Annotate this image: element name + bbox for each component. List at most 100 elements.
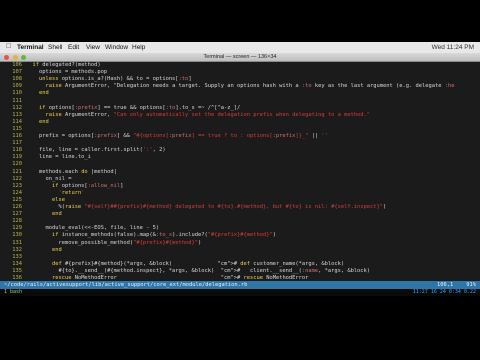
line-code: if options[:allow_nil] xyxy=(51,182,124,189)
code-line: 107 options = methods.pop xyxy=(0,69,480,76)
line-number: 109 xyxy=(12,83,22,90)
code-line: 130 if instance_methods(false).map(&:to_… xyxy=(0,232,480,239)
code-line: 115 xyxy=(0,126,480,133)
line-code: options = methods.pop xyxy=(26,69,108,76)
line-number: 124 xyxy=(12,189,22,196)
file-path: ~/code/rails/activesupport/lib/active_su… xyxy=(4,282,248,288)
line-code: end xyxy=(51,211,62,218)
line-code: else xyxy=(51,196,65,203)
menu-view[interactable]: View xyxy=(86,44,100,51)
code-line: 128 xyxy=(0,218,480,225)
line-number: 118 xyxy=(12,147,22,154)
line-number: 120 xyxy=(12,161,22,168)
line-code: end xyxy=(38,118,49,125)
cursor-position: 106,1 91% xyxy=(437,282,476,288)
menubar-clock: Wed 11:24 PM xyxy=(431,44,474,51)
code-line: 125 else xyxy=(0,197,480,204)
code-line: 123 if options[:allow_nil] xyxy=(0,183,480,190)
line-number: 130 xyxy=(12,232,22,239)
code-line: 117 xyxy=(0,140,480,147)
line-number: 128 xyxy=(12,218,22,225)
code-line: 113 raise ArgumentError, "Can only autom… xyxy=(0,112,480,119)
menu-window[interactable]: Window xyxy=(105,44,128,51)
line-number: 115 xyxy=(12,125,22,132)
code-line: 127 end xyxy=(0,211,480,218)
code-line: 124 'return' xyxy=(0,190,480,197)
code-line: 121 methods.each do |method| xyxy=(0,169,480,176)
line-code: on_nil = xyxy=(26,175,72,182)
screen-clock: 11:27 16 24 0:34 0.22 xyxy=(412,289,476,295)
line-code: file, line = caller.first.split(':', 2) xyxy=(26,147,166,154)
line-code: 'return' xyxy=(58,189,85,196)
line-number: 132 xyxy=(12,246,22,253)
line-number: 121 xyxy=(12,168,22,175)
line-number: 131 xyxy=(12,239,22,246)
line-number: 117 xyxy=(12,140,22,147)
window-titlebar: Terminal — screen — 136×34 xyxy=(0,53,480,62)
screen-status-bar: 1 bash 11:27 16 24 0:34 0.22 xyxy=(0,289,480,296)
code-line: 109 raise ArgumentError, "Delegation nee… xyxy=(0,83,480,90)
code-line: 110 end xyxy=(0,90,480,97)
line-code: end xyxy=(38,90,49,97)
line-code: methods.each do |method| xyxy=(26,168,117,175)
line-code: unless options.is_a?(Hash) && to = optio… xyxy=(38,76,192,83)
line-code: raise ArgumentError, "Delegation needs a… xyxy=(45,83,455,90)
code-line: 114 end xyxy=(0,119,480,126)
line-number: 133 xyxy=(12,253,22,260)
menu-terminal[interactable]: Terminal xyxy=(17,44,44,51)
line-number: 129 xyxy=(12,225,22,232)
line-number: 116 xyxy=(12,133,22,139)
line-number: 114 xyxy=(12,118,22,125)
line-code: #{to}.__send__(#{method.inspect}, *args,… xyxy=(26,267,371,274)
window-title: Terminal — screen — 136×34 xyxy=(203,54,277,60)
letterbox-bottom xyxy=(0,296,480,360)
line-number: 123 xyxy=(12,182,22,189)
screen-frame:  Terminal Shell Edit View Window Help W… xyxy=(0,0,480,360)
code-line: 135 #{to}.__send__(#{method.inspect}, *a… xyxy=(0,268,480,275)
code-line: 112 if options[:prefix] == true && optio… xyxy=(0,105,480,112)
code-line: 133 xyxy=(0,254,480,261)
line-number: 111 xyxy=(12,97,22,104)
line-code: line = line.to_i xyxy=(26,154,91,161)
screen-window-label[interactable]: 1 bash xyxy=(4,289,22,296)
minimize-icon[interactable] xyxy=(12,54,18,60)
line-number: 110 xyxy=(12,90,22,97)
line-code: if delegated?(method) xyxy=(32,62,101,68)
code-line: 118 file, line = caller.first.split(':',… xyxy=(0,147,480,154)
line-number: 119 xyxy=(12,154,22,161)
line-number: 134 xyxy=(12,260,22,267)
code-line: 122 on_nil = xyxy=(0,176,480,183)
zoom-icon[interactable] xyxy=(21,54,27,60)
line-number: 135 xyxy=(12,267,22,274)
line-number: 127 xyxy=(12,211,22,218)
menu-shell[interactable]: Shell xyxy=(48,44,62,51)
menu-help[interactable]: Help xyxy=(132,44,145,51)
line-number: 125 xyxy=(12,196,22,203)
line-code: raise ArgumentError, "Can only automatic… xyxy=(45,111,371,118)
line-code: %(raise "#{self}##{prefix}#{method} dele… xyxy=(26,204,387,210)
code-line: 108 unless options.is_a?(Hash) && to = o… xyxy=(0,76,480,83)
line-code: remove_possible_method("#{prefix}#{metho… xyxy=(26,239,202,246)
menu-edit[interactable]: Edit xyxy=(68,44,79,51)
code-line: 129 module_eval(<<-EOS, file, line - 5) xyxy=(0,225,480,232)
line-code: if instance_methods(false).map(&:to_s).i… xyxy=(51,232,276,239)
line-number: 122 xyxy=(12,175,22,182)
code-line: 120 xyxy=(0,161,480,168)
line-code: prefix = options[:prefix] && "#{options[… xyxy=(26,133,328,139)
vim-statusline: ~/code/rails/activesupport/lib/active_su… xyxy=(0,281,480,289)
line-number: 107 xyxy=(12,69,22,76)
code-line: 131 remove_possible_method("#{prefix}#{m… xyxy=(0,240,480,247)
line-code: def #{prefix}#{method}(*args, &block) "c… xyxy=(51,260,345,267)
line-number: 113 xyxy=(12,111,22,118)
code-line: 119 line = line.to_i xyxy=(0,154,480,161)
close-icon[interactable] xyxy=(4,54,9,60)
line-code: if options[:prefix] == true && options[:… xyxy=(38,104,241,111)
code-line: 116 prefix = options[:prefix] && "#{opti… xyxy=(0,133,480,140)
vim-editor[interactable]: 106 if delegated?(method) 107 options = m… xyxy=(0,62,480,281)
line-number: 126 xyxy=(12,204,22,210)
code-line: 132 end xyxy=(0,247,480,254)
line-number: 106 xyxy=(12,62,22,68)
line-code: module_eval(<<-EOS, file, line - 5) xyxy=(26,225,160,232)
line-number: 112 xyxy=(12,104,22,111)
apple-icon[interactable]:  xyxy=(6,43,11,50)
